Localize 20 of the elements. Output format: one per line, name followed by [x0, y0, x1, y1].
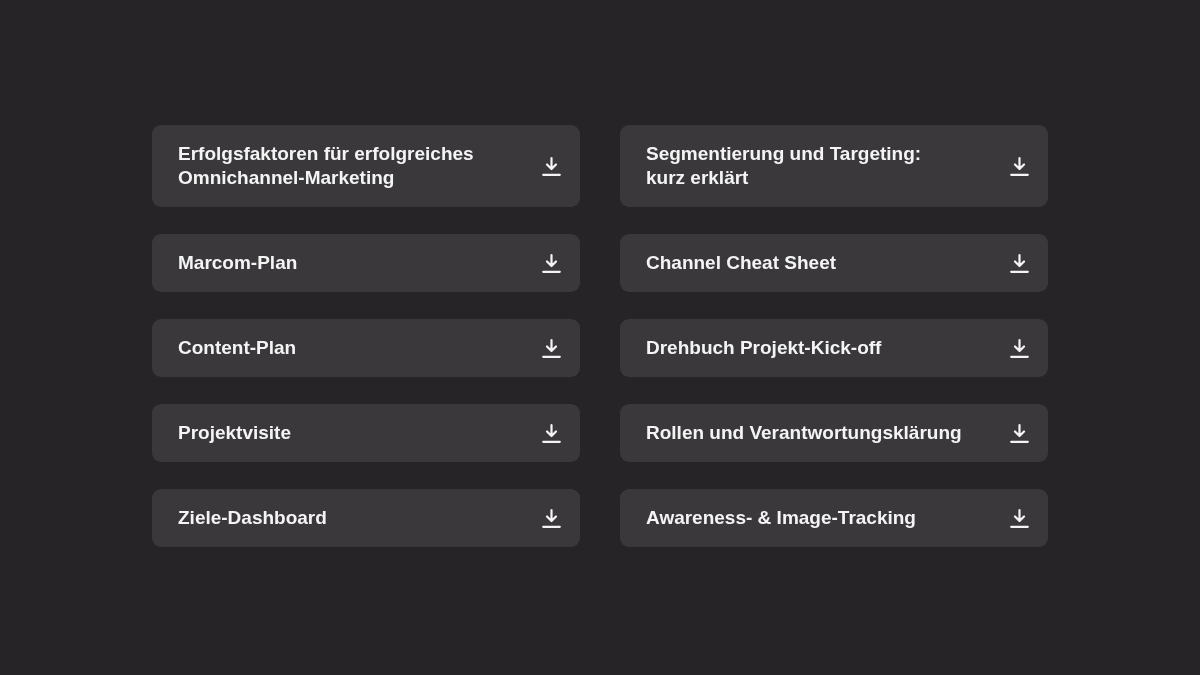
download-link[interactable]: Erfolgsfaktoren für erfolgreiches Omnichannel-Marketing	[152, 125, 580, 207]
download-icon	[542, 253, 561, 273]
download-icon	[1010, 508, 1029, 528]
download-link[interactable]: Marcom-Plan	[152, 234, 580, 292]
download-link[interactable]: Drehbuch Projekt-Kick-off	[620, 319, 1048, 377]
download-icon	[1010, 253, 1029, 273]
download-icon	[542, 508, 561, 528]
download-link[interactable]: Awareness- & Image-Tracking	[620, 489, 1048, 547]
download-icon	[1010, 338, 1029, 358]
download-icon	[1010, 423, 1029, 443]
download-icon	[542, 338, 561, 358]
download-icon	[542, 423, 561, 443]
download-icon	[542, 156, 561, 176]
download-link[interactable]: Projektvisite	[152, 404, 580, 462]
download-link[interactable]: Rollen und Verantwortungsklärung	[620, 404, 1048, 462]
download-link[interactable]: Content-Plan	[152, 319, 580, 377]
download-link[interactable]: Ziele-Dashboard	[152, 489, 580, 547]
download-icon	[1010, 156, 1029, 176]
download-link[interactable]: Channel Cheat Sheet	[620, 234, 1048, 292]
download-link[interactable]: Segmentierung und Targeting: kurz erklärt	[620, 125, 1048, 207]
